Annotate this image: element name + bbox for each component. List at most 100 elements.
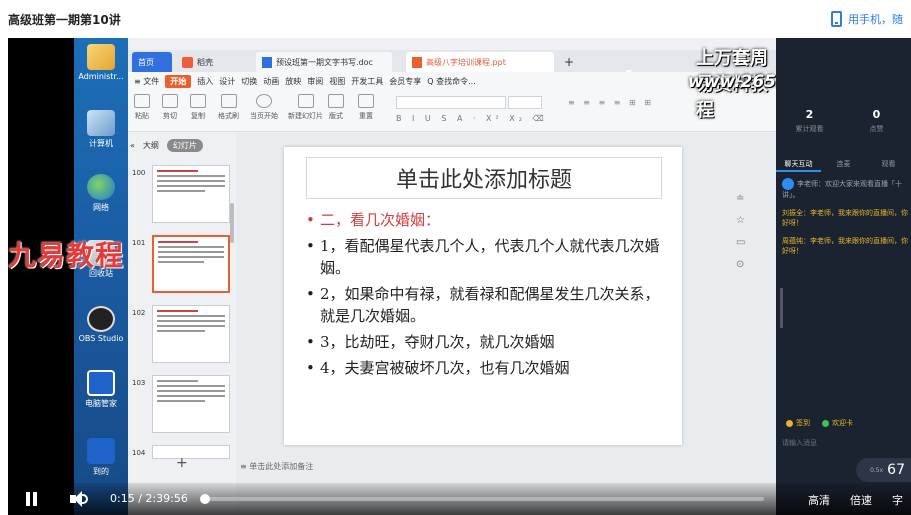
slide-thumbnail[interactable] (152, 305, 230, 363)
menu-insert[interactable]: 插入 (197, 76, 213, 87)
copy-label: 复制 (191, 112, 205, 120)
slide-heading: 二，看几次婚姻： (306, 209, 662, 231)
paste-label: 粘贴 (135, 112, 149, 120)
help-icon[interactable]: ⊙ (736, 259, 766, 281)
new-slide-label: 新建幻灯片 (288, 112, 323, 120)
phone-icon (831, 11, 842, 27)
tab-outline[interactable]: 大纲 (143, 140, 159, 151)
slide-thumbnail[interactable] (152, 445, 230, 459)
slide-thumbnail-selected[interactable] (152, 235, 230, 293)
cut-label: 剪切 (163, 112, 177, 120)
font-family-select[interactable] (396, 96, 506, 109)
side-tools: ≐ ☆ ▭ ⊙ (736, 193, 766, 281)
slide-title-placeholder[interactable]: 单击此处添加标题 (306, 157, 662, 199)
tab-document[interactable]: 预设班第一期文字书写.doc (256, 52, 392, 72)
font-style-buttons[interactable]: B I U S A · X² X₂ ⌫ (396, 114, 548, 123)
format-painter-button[interactable]: 格式刷 (218, 94, 239, 121)
slide-bullet: 4，夫妻宫被破坏几次，也有几次婚姻 (306, 357, 662, 379)
quality-button[interactable]: 高清 (808, 492, 830, 508)
play-from-current-button[interactable]: 当页开始 (250, 94, 278, 121)
current-slide[interactable]: 单击此处添加标题 二，看几次婚姻： 1，看配偶星代表几个人，代表几个人就代表几次… (284, 147, 682, 445)
menu-transition[interactable]: 切换 (241, 76, 257, 87)
new-slide-button[interactable]: 新建幻灯片 (288, 94, 323, 121)
menu-slideshow[interactable]: 放映 (285, 76, 301, 87)
desktop-icon-obs[interactable]: OBS Studio (74, 306, 128, 343)
tab-slides[interactable]: 幻灯片 (166, 139, 203, 152)
chat-message: 李老师：欢迎大家来观看直播「十讲」。 (782, 178, 911, 200)
paragraph-buttons[interactable]: ≡ ≡ ≡ ≡ ⊞ ⊞ (568, 98, 654, 107)
tab-viewers[interactable]: 观看 (866, 156, 911, 172)
progress-knob[interactable] (199, 494, 210, 504)
checkin-button[interactable]: 签到 (786, 418, 810, 428)
command-search[interactable]: Q 查找命令... (427, 76, 475, 87)
reset-button[interactable]: 重置 (358, 94, 374, 121)
frame-icon[interactable]: ▭ (736, 237, 766, 259)
volume-button[interactable] (70, 491, 90, 507)
new-tab-button[interactable]: + (558, 52, 578, 72)
menu-animation[interactable]: 动画 (263, 76, 279, 87)
tab-chat[interactable]: 聊天互动 (776, 156, 821, 172)
panel-scrollbar[interactable] (230, 203, 234, 243)
desktop-icon-shortcut[interactable]: 到的 (74, 438, 128, 477)
speaker-cone (74, 491, 82, 507)
tab-presentation[interactable]: 高级八字培训课程.ppt (406, 52, 554, 72)
notes-placeholder[interactable]: ≡ 单击此处添加备注 (240, 461, 540, 472)
stat-label: 点赞 (869, 125, 884, 133)
paste-button[interactable]: 粘贴 (134, 94, 150, 121)
live-panel: 2 累计观看 0 点赞 聊天互动 连麦 观看 李老师：欢迎大家来观看直播「十讲」… (776, 38, 911, 515)
settings-icon[interactable]: ≐ (736, 193, 766, 215)
desktop-icon-guard[interactable]: 电脑管家 (74, 370, 128, 409)
tab-home[interactable]: 首页 (132, 52, 172, 72)
menu-developer[interactable]: 开发工具 (351, 76, 383, 87)
volume-wave (82, 494, 88, 504)
menu-view[interactable]: 视图 (329, 76, 345, 87)
add-slide-button[interactable]: + (176, 455, 188, 471)
menu-member[interactable]: 会员专享 (389, 76, 421, 87)
slide-thumbnail[interactable] (152, 375, 230, 433)
subtitle-button[interactable]: 字 (892, 492, 903, 508)
slide-editor: 单击此处添加标题 二，看几次婚姻： 1，看配偶星代表几个人，代表几个人就代表几次… (236, 133, 776, 515)
menu-review[interactable]: 审阅 (307, 76, 323, 87)
progress-bar[interactable] (199, 494, 764, 504)
chat-message: 周蕴纯：李老师，我来跟你的直播间，你好呀！ (782, 237, 908, 255)
tab-mic[interactable]: 连麦 (821, 156, 866, 172)
menu-design[interactable]: 设计 (219, 76, 235, 87)
desktop-icon-network[interactable]: 网络 (74, 174, 128, 213)
mobile-watch-link[interactable]: 用手机，随 (831, 11, 903, 27)
desktop-icon-admin[interactable]: Administr... (74, 44, 128, 81)
live-stats: 2 累计观看 0 点赞 (776, 108, 911, 146)
star-icon[interactable]: ☆ (736, 215, 766, 237)
menu-start[interactable]: 开始 (165, 74, 192, 88)
tab-document-label: 预设班第一期文字书写.doc (276, 57, 373, 67)
layout-button[interactable]: 版式 (328, 94, 344, 121)
menu-file[interactable]: ≡ 文件 (134, 76, 159, 87)
tab-draft[interactable]: 稻壳 (176, 52, 238, 72)
pause-button[interactable] (26, 492, 40, 506)
desktop-icon-label: Administr... (78, 72, 124, 81)
font-size-select[interactable] (508, 96, 542, 109)
obs-icon (87, 306, 115, 332)
thumb-number: 101 (132, 239, 146, 247)
panel-tabs: « 大纲 幻灯片 (130, 139, 203, 152)
speed-small: 0.5x (870, 466, 884, 474)
live-scrollbar[interactable] (780, 288, 783, 328)
thumb-number: 103 (132, 379, 146, 387)
chat-input[interactable]: 请输入消息 (782, 438, 817, 448)
cut-button[interactable]: 剪切 (162, 94, 178, 121)
player-controls: 0:15 / 2:39:56 高清 倍速 字 (8, 483, 911, 515)
video-player[interactable]: Administr... 计算机 网络 回收站 OBS Studio 电脑管家 (8, 38, 911, 515)
slide-thumbnail[interactable] (152, 165, 230, 223)
speed-button[interactable]: 倍速 (850, 492, 872, 508)
slide-body[interactable]: 二，看几次婚姻： 1，看配偶星代表几个人，代表几个人就代表几次婚姻。 2，如果命… (306, 209, 662, 399)
page-header: 高级班第一期第10讲 用手机，随 (0, 0, 911, 38)
doc-file-icon (262, 56, 272, 68)
collapse-icon[interactable]: « (130, 141, 135, 150)
welcome-card-button[interactable]: 欢迎卡 (822, 418, 853, 428)
desktop-icon-computer[interactable]: 计算机 (74, 110, 128, 149)
mobile-link-label: 用手机，随 (848, 13, 903, 26)
avatar (782, 178, 794, 190)
desktop: Administr... 计算机 网络 回收站 OBS Studio 电脑管家 (74, 38, 128, 515)
tab-draft-label: 稻壳 (197, 57, 213, 67)
copy-button[interactable]: 复制 (190, 94, 206, 121)
checkin-icon (786, 419, 793, 427)
